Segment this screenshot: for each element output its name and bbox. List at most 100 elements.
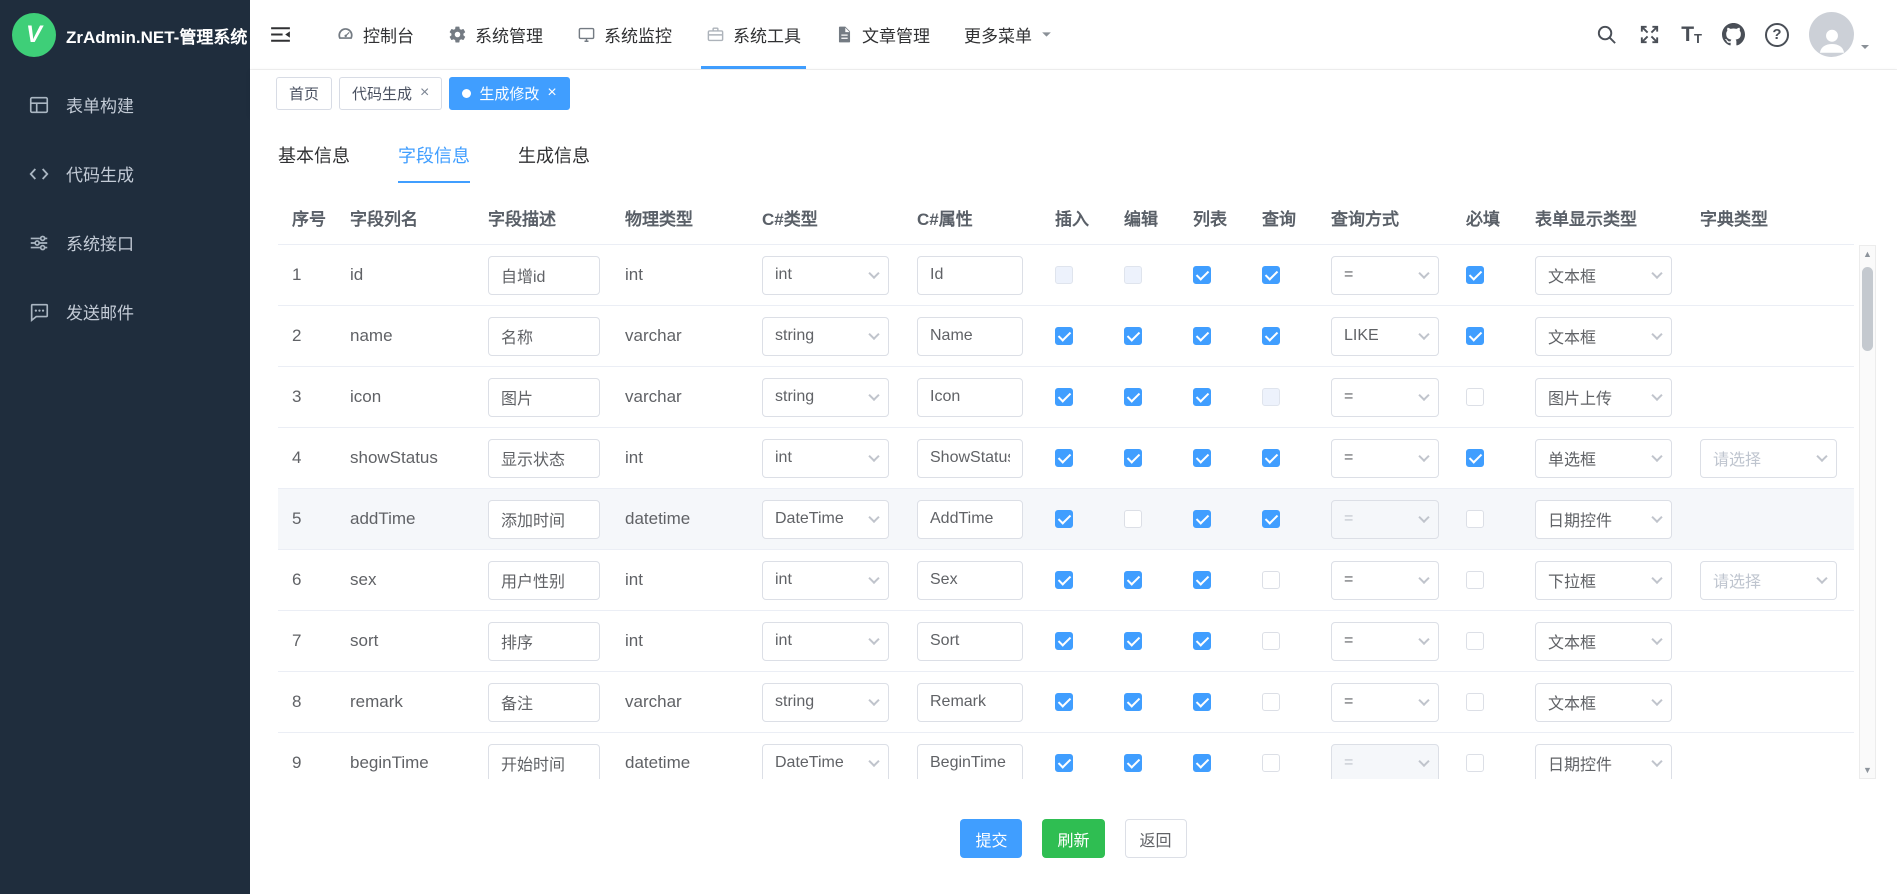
query-checkbox[interactable] bbox=[1262, 632, 1280, 650]
query-mode-select[interactable]: = bbox=[1331, 622, 1439, 661]
csharp-property-input[interactable] bbox=[917, 561, 1023, 600]
csharp-property-input[interactable] bbox=[917, 683, 1023, 722]
required-checkbox[interactable] bbox=[1466, 327, 1484, 345]
scroll-down-button[interactable]: ▼ bbox=[1860, 762, 1875, 778]
required-checkbox[interactable] bbox=[1466, 510, 1484, 528]
nav-item-system-management[interactable]: 系统管理 bbox=[431, 0, 560, 69]
csharp-type-select[interactable]: string bbox=[762, 378, 889, 417]
close-icon[interactable]: × bbox=[420, 85, 429, 101]
query-checkbox[interactable] bbox=[1262, 754, 1280, 772]
csharp-property-input[interactable] bbox=[917, 622, 1023, 661]
app-logo-row[interactable]: V ZrAdmin.NET-管理系统 bbox=[0, 0, 250, 70]
list-checkbox[interactable] bbox=[1193, 693, 1211, 711]
query-mode-select[interactable]: = bbox=[1331, 439, 1439, 478]
tag-generation-edit[interactable]: 生成修改 × bbox=[449, 77, 569, 110]
display-type-select[interactable]: 文本框 bbox=[1535, 317, 1672, 356]
csharp-type-select[interactable]: string bbox=[762, 683, 889, 722]
query-checkbox[interactable] bbox=[1262, 449, 1280, 467]
required-checkbox[interactable] bbox=[1466, 693, 1484, 711]
edit-checkbox[interactable] bbox=[1124, 327, 1142, 345]
back-button[interactable]: 返回 bbox=[1125, 819, 1187, 858]
nav-item-more-menu[interactable]: 更多菜单 bbox=[947, 0, 1070, 69]
edit-checkbox[interactable] bbox=[1124, 388, 1142, 406]
list-checkbox[interactable] bbox=[1193, 510, 1211, 528]
edit-checkbox[interactable] bbox=[1124, 449, 1142, 467]
sidebar-item-send-mail[interactable]: 发送邮件 bbox=[0, 277, 250, 346]
insert-checkbox[interactable] bbox=[1055, 632, 1073, 650]
query-mode-select[interactable]: = bbox=[1331, 500, 1439, 539]
scroll-up-button[interactable]: ▲ bbox=[1860, 246, 1875, 262]
field-description-input[interactable] bbox=[488, 622, 600, 661]
sidebar-collapse-icon[interactable] bbox=[268, 22, 293, 47]
github-icon[interactable] bbox=[1722, 23, 1745, 46]
tag-home[interactable]: 首页 bbox=[276, 77, 332, 110]
edit-checkbox[interactable] bbox=[1124, 754, 1142, 772]
display-type-select[interactable]: 图片上传 bbox=[1535, 378, 1672, 417]
query-mode-select[interactable]: LIKE bbox=[1331, 317, 1439, 356]
nav-item-system-tools[interactable]: 系统工具 bbox=[689, 0, 818, 69]
query-checkbox[interactable] bbox=[1262, 510, 1280, 528]
csharp-type-select[interactable]: int bbox=[762, 439, 889, 478]
scroll-thumb[interactable] bbox=[1862, 267, 1873, 351]
csharp-property-input[interactable] bbox=[917, 439, 1023, 478]
csharp-property-input[interactable] bbox=[917, 744, 1023, 780]
edit-checkbox[interactable] bbox=[1124, 571, 1142, 589]
field-description-input[interactable] bbox=[488, 561, 600, 600]
field-description-input[interactable] bbox=[488, 256, 600, 295]
required-checkbox[interactable] bbox=[1466, 571, 1484, 589]
display-type-select[interactable]: 单选框 bbox=[1535, 439, 1672, 478]
display-type-select[interactable]: 下拉框 bbox=[1535, 561, 1672, 600]
insert-checkbox[interactable] bbox=[1055, 266, 1073, 284]
query-mode-select[interactable]: = bbox=[1331, 683, 1439, 722]
csharp-property-input[interactable] bbox=[917, 378, 1023, 417]
csharp-type-select[interactable]: string bbox=[762, 317, 889, 356]
csharp-type-select[interactable]: DateTime bbox=[762, 500, 889, 539]
display-type-select[interactable]: 文本框 bbox=[1535, 622, 1672, 661]
field-description-input[interactable] bbox=[488, 744, 600, 780]
required-checkbox[interactable] bbox=[1466, 632, 1484, 650]
list-checkbox[interactable] bbox=[1193, 327, 1211, 345]
tab-field-info[interactable]: 字段信息 bbox=[398, 142, 470, 183]
display-type-select[interactable]: 日期控件 bbox=[1535, 744, 1672, 780]
list-checkbox[interactable] bbox=[1193, 571, 1211, 589]
query-mode-select[interactable]: = bbox=[1331, 256, 1439, 295]
display-type-select[interactable]: 文本框 bbox=[1535, 256, 1672, 295]
field-description-input[interactable] bbox=[488, 683, 600, 722]
csharp-type-select[interactable]: int bbox=[762, 622, 889, 661]
refresh-button[interactable]: 刷新 bbox=[1042, 819, 1104, 858]
insert-checkbox[interactable] bbox=[1055, 510, 1073, 528]
nav-item-article-management[interactable]: 文章管理 bbox=[818, 0, 947, 69]
tag-code-generation[interactable]: 代码生成 × bbox=[339, 77, 442, 110]
insert-checkbox[interactable] bbox=[1055, 449, 1073, 467]
font-size-icon[interactable]: TT bbox=[1681, 24, 1702, 45]
insert-checkbox[interactable] bbox=[1055, 388, 1073, 406]
csharp-type-select[interactable]: DateTime bbox=[762, 744, 889, 780]
query-checkbox[interactable] bbox=[1262, 693, 1280, 711]
csharp-property-input[interactable] bbox=[917, 256, 1023, 295]
fullscreen-icon[interactable] bbox=[1638, 23, 1661, 46]
csharp-type-select[interactable]: int bbox=[762, 561, 889, 600]
query-checkbox[interactable] bbox=[1262, 571, 1280, 589]
search-icon[interactable] bbox=[1595, 23, 1618, 46]
list-checkbox[interactable] bbox=[1193, 449, 1211, 467]
list-checkbox[interactable] bbox=[1193, 754, 1211, 772]
tab-generate-info[interactable]: 生成信息 bbox=[518, 142, 590, 183]
required-checkbox[interactable] bbox=[1466, 449, 1484, 467]
edit-checkbox[interactable] bbox=[1124, 510, 1142, 528]
nav-item-dashboard[interactable]: 控制台 bbox=[319, 0, 431, 69]
query-mode-select[interactable]: = bbox=[1331, 561, 1439, 600]
field-description-input[interactable] bbox=[488, 317, 600, 356]
sidebar-item-system-api[interactable]: 系统接口 bbox=[0, 208, 250, 277]
field-description-input[interactable] bbox=[488, 439, 600, 478]
edit-checkbox[interactable] bbox=[1124, 266, 1142, 284]
csharp-property-input[interactable] bbox=[917, 500, 1023, 539]
dict-type-select[interactable]: 请选择 bbox=[1700, 439, 1837, 478]
nav-item-system-monitor[interactable]: 系统监控 bbox=[560, 0, 689, 69]
required-checkbox[interactable] bbox=[1466, 754, 1484, 772]
sidebar-item-form-builder[interactable]: 表单构建 bbox=[0, 70, 250, 139]
tab-basic-info[interactable]: 基本信息 bbox=[278, 142, 350, 183]
insert-checkbox[interactable] bbox=[1055, 693, 1073, 711]
csharp-type-select[interactable]: int bbox=[762, 256, 889, 295]
insert-checkbox[interactable] bbox=[1055, 571, 1073, 589]
required-checkbox[interactable] bbox=[1466, 388, 1484, 406]
